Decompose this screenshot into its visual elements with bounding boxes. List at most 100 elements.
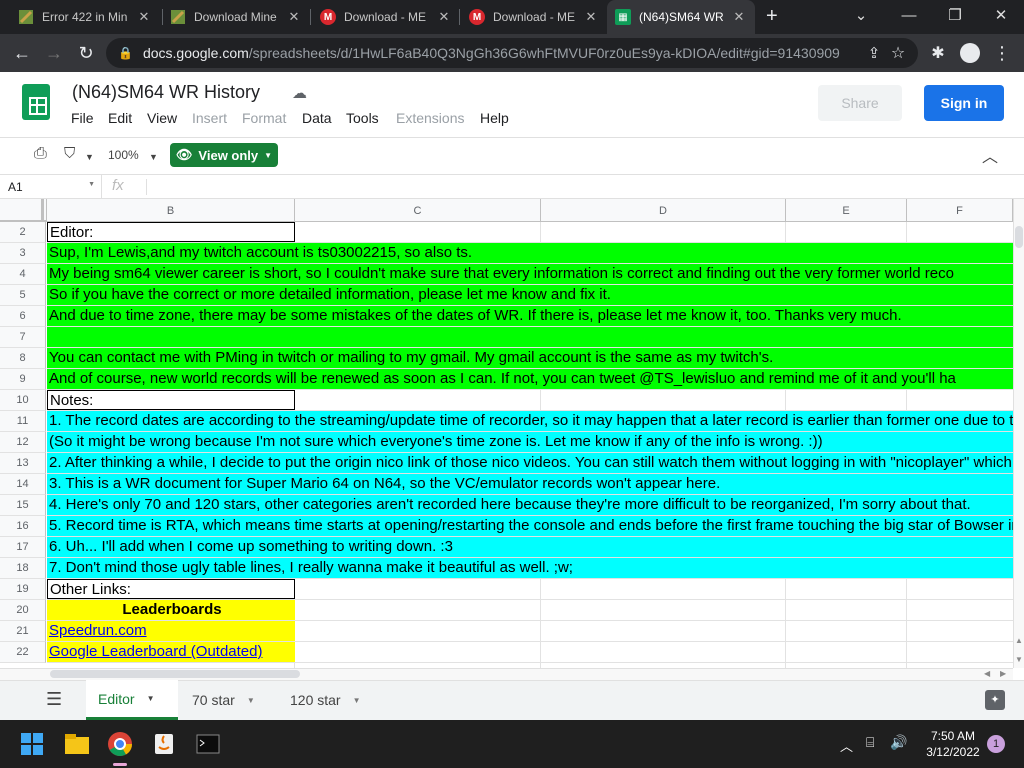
- merged-text-cell[interactable]: (So it might be wrong because I'm not su…: [47, 432, 823, 452]
- link-cell[interactable]: Google Leaderboard (Outdated): [47, 642, 295, 662]
- section-label-cell[interactable]: Editor:: [47, 222, 295, 242]
- merged-text-cell[interactable]: My being sm64 viewer career is short, so…: [47, 264, 954, 284]
- scroll-down-icon[interactable]: ▼: [1015, 655, 1023, 664]
- vertical-scrollbar[interactable]: [1013, 199, 1024, 668]
- close-icon[interactable]: ✕: [136, 9, 152, 25]
- explore-icon[interactable]: ✦: [985, 690, 1005, 710]
- row-header[interactable]: 8: [0, 348, 46, 369]
- sheet-tab-70-star[interactable]: 70 star ▼: [180, 680, 276, 720]
- row-header[interactable]: 5: [0, 285, 46, 306]
- row-header[interactable]: 18: [0, 558, 46, 579]
- merged-text-cell[interactable]: Sup, I'm Lewis,and my twitch account is …: [47, 243, 472, 263]
- profile-icon[interactable]: [954, 34, 986, 72]
- terminal-icon[interactable]: [192, 728, 224, 760]
- zoom-value[interactable]: 100%: [108, 148, 139, 162]
- row-header[interactable]: 9: [0, 369, 46, 390]
- browser-tab[interactable]: M Download - ME ✕: [461, 0, 607, 34]
- view-only-button[interactable]: 👁 View only ▼: [170, 143, 278, 167]
- browser-tab[interactable]: M Download - ME ✕: [312, 0, 460, 34]
- row-header[interactable]: 10: [0, 390, 46, 411]
- merged-text-cell[interactable]: [47, 327, 49, 347]
- chevron-down-icon[interactable]: ▼: [85, 152, 94, 162]
- scroll-left-icon[interactable]: ◀: [984, 669, 990, 678]
- merged-text-cell[interactable]: 6. Uh... I'll add when I come up somethi…: [47, 537, 453, 557]
- reload-icon[interactable]: ↻: [70, 34, 102, 72]
- column-header[interactable]: F: [907, 199, 1013, 222]
- leaderboards-header-cell[interactable]: Leaderboards: [47, 600, 295, 620]
- row-header[interactable]: 19: [0, 579, 46, 600]
- browser-tab[interactable]: Error 422 in Min ✕: [10, 0, 160, 34]
- menu-insert[interactable]: Insert: [192, 110, 227, 126]
- menu-file[interactable]: File: [71, 110, 94, 126]
- scroll-right-icon[interactable]: ▶: [1000, 669, 1006, 678]
- forward-icon[interactable]: →: [38, 34, 70, 72]
- row-header[interactable]: 14: [0, 474, 46, 495]
- browser-menu-icon[interactable]: ⋮: [986, 34, 1018, 72]
- link-cell[interactable]: Speedrun.com: [47, 621, 295, 641]
- extensions-icon[interactable]: ✱: [922, 34, 954, 72]
- chevron-down-icon[interactable]: ▼: [149, 152, 158, 162]
- merged-text-cell[interactable]: So if you have the correct or more detai…: [47, 285, 611, 305]
- cloud-status-icon[interactable]: ☁: [292, 84, 307, 102]
- java-icon[interactable]: [148, 728, 180, 760]
- chrome-icon[interactable]: [104, 728, 136, 760]
- column-header[interactable]: B: [47, 199, 295, 222]
- row-header[interactable]: 22: [0, 642, 46, 663]
- merged-text-cell[interactable]: 4. Here's only 70 and 120 stars, other c…: [47, 495, 971, 515]
- spreadsheet-grid[interactable]: B C D E F 2 Editor: 3 Sup, I'm Lewis,and my…: [0, 199, 1013, 668]
- menu-view[interactable]: View: [147, 110, 177, 126]
- merged-text-cell[interactable]: You can contact me with PMing in twitch …: [47, 348, 773, 368]
- merged-text-cell[interactable]: And of course, new world records will be…: [47, 369, 956, 389]
- column-header[interactable]: D: [541, 199, 786, 222]
- row-header[interactable]: 20: [0, 600, 46, 621]
- row-header[interactable]: 15: [0, 495, 46, 516]
- vertical-scroll-thumb[interactable]: [1015, 226, 1023, 248]
- all-sheets-icon[interactable]: ☰: [46, 689, 62, 710]
- column-header[interactable]: C: [295, 199, 541, 222]
- sheet-tab-120-star[interactable]: 120 star ▼: [278, 680, 378, 720]
- bookmark-star-icon[interactable]: ☆: [882, 34, 914, 72]
- sheet-tab-editor[interactable]: Editor ▼: [86, 680, 178, 720]
- row-header[interactable]: 6: [0, 306, 46, 327]
- close-icon[interactable]: ✕: [583, 9, 599, 25]
- row-header[interactable]: 4: [0, 264, 46, 285]
- close-icon[interactable]: ✕: [731, 9, 747, 25]
- horizontal-scroll-thumb[interactable]: [50, 670, 300, 678]
- merged-text-cell[interactable]: 1. The record dates are according to the…: [47, 411, 1013, 431]
- merged-text-cell[interactable]: 2. After thinking a while, I decide to p…: [47, 453, 1013, 473]
- row-header[interactable]: 11: [0, 411, 46, 432]
- filter-icon[interactable]: ⛉: [64, 145, 75, 162]
- merged-text-cell[interactable]: 3. This is a WR document for Super Mario…: [47, 474, 720, 494]
- new-tab-icon[interactable]: +: [766, 5, 778, 28]
- window-close-icon[interactable]: ✕: [978, 0, 1024, 30]
- chevron-up-icon[interactable]: ︿: [840, 736, 853, 755]
- section-label-cell[interactable]: Notes:: [47, 390, 295, 410]
- share-button[interactable]: Share: [818, 85, 902, 121]
- menu-format[interactable]: Format: [242, 110, 286, 126]
- row-header[interactable]: 13: [0, 453, 46, 474]
- collapse-icon[interactable]: ︿: [982, 143, 998, 167]
- tab-search-icon[interactable]: ⌄: [838, 0, 884, 30]
- scroll-up-icon[interactable]: ▲: [1015, 636, 1023, 645]
- print-icon[interactable]: ⎙: [34, 145, 47, 163]
- system-clock[interactable]: 7:50 AM 3/12/2022: [918, 728, 988, 760]
- file-explorer-icon[interactable]: [61, 728, 93, 760]
- merged-text-cell[interactable]: And due to time zone, there may be some …: [47, 306, 902, 326]
- row-header[interactable]: 16: [0, 516, 46, 537]
- merged-text-cell[interactable]: 5. Record time is RTA, which means time …: [47, 516, 1013, 536]
- row-header[interactable]: 7: [0, 327, 46, 348]
- address-bar[interactable]: 🔒 docs.google.com /spreadsheets/d/1HwLF6…: [106, 38, 918, 68]
- back-icon[interactable]: ←: [6, 34, 38, 72]
- column-header[interactable]: E: [786, 199, 907, 222]
- close-icon[interactable]: ✕: [436, 9, 452, 25]
- menu-extensions[interactable]: Extensions: [396, 110, 464, 126]
- menu-edit[interactable]: Edit: [108, 110, 132, 126]
- browser-tab-active[interactable]: ▦ (N64)SM64 WR ✕: [607, 0, 755, 34]
- volume-icon[interactable]: 🔊: [890, 734, 907, 751]
- network-icon[interactable]: ⌸: [866, 734, 874, 751]
- minimize-icon[interactable]: —: [886, 0, 932, 30]
- corner-cell[interactable]: [0, 199, 47, 222]
- windows-start-icon[interactable]: [16, 728, 48, 760]
- close-icon[interactable]: ✕: [286, 9, 302, 25]
- row-header[interactable]: 3: [0, 243, 46, 264]
